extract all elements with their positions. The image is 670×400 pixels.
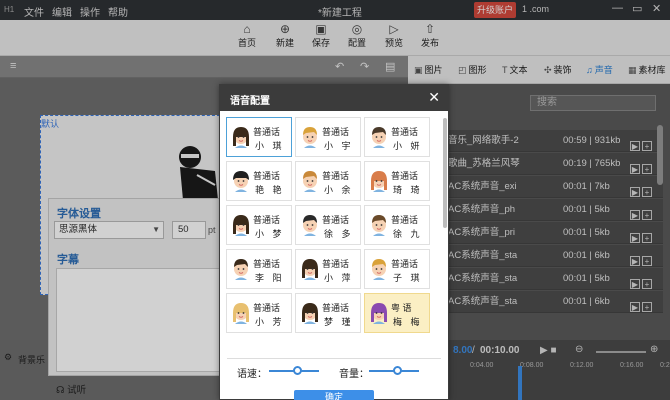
voice-sliders: 语速： 音量： xyxy=(227,358,441,380)
voice-name: 小 妍 xyxy=(393,141,423,151)
voice-grid-scrollbar[interactable] xyxy=(443,118,447,228)
speed-label: 语速： xyxy=(237,369,267,380)
avatar-icon xyxy=(303,171,317,192)
voice-name: 李 阳 xyxy=(255,273,285,283)
voice-language: 普通话 xyxy=(322,215,350,225)
voice-name: 小 梦 xyxy=(255,229,285,239)
voice-option[interactable]: 普通话小 琪 xyxy=(226,117,292,157)
voice-option[interactable]: 普通话徐 九 xyxy=(364,205,430,245)
voice-option[interactable]: 普通话子 琪 xyxy=(364,249,430,289)
voice-name: 子 琪 xyxy=(393,273,423,283)
voice-name: 小 萍 xyxy=(324,273,354,283)
voice-language: 普通话 xyxy=(322,303,350,313)
voice-name: 徐 多 xyxy=(324,229,354,239)
voice-grid: 普通话小 琪普通话小 宇普通话小 妍普通话艳 艳普通话小 余普通话琦 琦普通话小… xyxy=(220,111,448,353)
voice-option[interactable]: 普通话徐 多 xyxy=(295,205,361,245)
voice-name: 艳 艳 xyxy=(255,185,285,195)
volume-slider-knob[interactable] xyxy=(392,366,402,375)
voice-language: 普通话 xyxy=(322,259,350,269)
voice-option[interactable]: 普通话小 余 xyxy=(295,161,361,201)
dialog-title: 语音配置 xyxy=(230,96,270,107)
avatar-icon xyxy=(303,127,317,148)
voice-language: 普通话 xyxy=(322,171,350,181)
avatar-icon xyxy=(372,215,386,236)
voice-config-dialog: 语音配置 ✕ 普通话小 琪普通话小 宇普通话小 妍普通话艳 艳普通话小 余普通话… xyxy=(219,84,449,400)
avatar-icon xyxy=(303,215,317,236)
voice-option[interactable]: 普通话艳 艳 xyxy=(226,161,292,201)
voice-language: 普通话 xyxy=(391,171,419,181)
voice-language: 普通话 xyxy=(253,171,281,181)
voice-option[interactable]: 普通话小 妍 xyxy=(364,117,430,157)
voice-language: 普通话 xyxy=(253,215,281,225)
voice-name: 梅 梅 xyxy=(393,317,423,327)
voice-option[interactable]: 普通话琦 琦 xyxy=(364,161,430,201)
avatar-icon xyxy=(371,171,387,192)
voice-name: 小 余 xyxy=(324,185,354,195)
voice-option[interactable]: 普通话小 宇 xyxy=(295,117,361,157)
speed-slider-knob[interactable] xyxy=(292,366,302,375)
voice-name: 小 宇 xyxy=(324,141,354,151)
avatar-icon xyxy=(233,171,249,192)
voice-language: 普通话 xyxy=(391,127,419,137)
volume-label: 音量： xyxy=(339,369,369,380)
avatar-icon xyxy=(234,259,248,280)
avatar-icon xyxy=(372,127,386,148)
voice-language: 普通话 xyxy=(253,127,281,137)
confirm-button[interactable]: 确定 xyxy=(294,390,374,400)
voice-option[interactable]: 普通话梦 瑾 xyxy=(295,293,361,333)
voice-language: 普通话 xyxy=(322,127,350,137)
voice-option[interactable]: 普通话小 梦 xyxy=(226,205,292,245)
voice-name: 徐 九 xyxy=(393,229,423,239)
voice-option[interactable]: 普通话小 萍 xyxy=(295,249,361,289)
avatar-icon xyxy=(233,215,249,236)
avatar-icon xyxy=(302,259,318,280)
avatar-icon xyxy=(233,127,249,148)
voice-name: 梦 瑾 xyxy=(324,317,354,327)
voice-language: 普通话 xyxy=(391,259,419,269)
avatar-icon xyxy=(371,303,387,324)
voice-language: 普通话 xyxy=(391,215,419,225)
voice-option[interactable]: 普通话李 阳 xyxy=(226,249,292,289)
avatar-icon xyxy=(372,259,386,280)
dialog-header: 语音配置 ✕ xyxy=(220,85,448,111)
voice-language: 粤 语 xyxy=(391,303,412,313)
voice-name: 小 琪 xyxy=(255,141,285,151)
voice-name: 琦 琦 xyxy=(393,185,423,195)
voice-option[interactable]: 普通话小 芳 xyxy=(226,293,292,333)
close-icon[interactable]: ✕ xyxy=(428,89,440,106)
voice-option[interactable]: 粤 语梅 梅 xyxy=(364,293,430,333)
voice-language: 普通话 xyxy=(253,259,281,269)
avatar-icon xyxy=(233,303,249,324)
voice-name: 小 芳 xyxy=(255,317,285,327)
voice-language: 普通话 xyxy=(253,303,281,313)
avatar-icon xyxy=(302,303,318,324)
